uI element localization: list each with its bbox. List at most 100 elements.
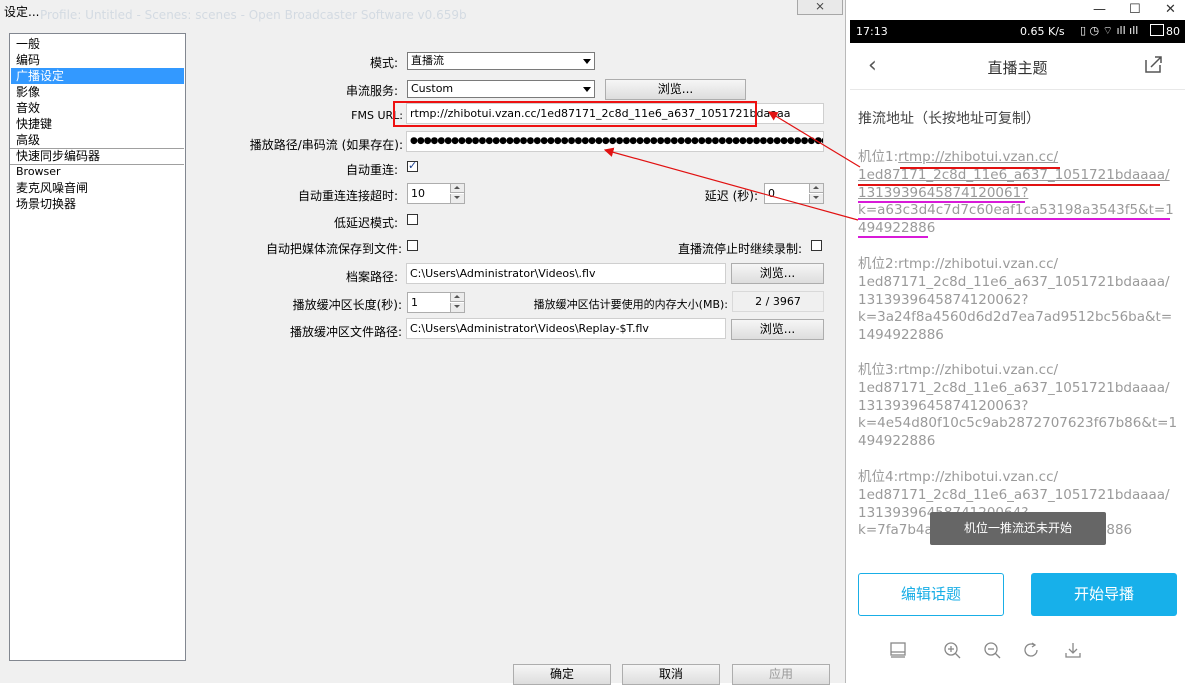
slot-url-line: rtmp://zhibotui.vzan.cc/ bbox=[898, 149, 1059, 165]
layout-icon[interactable] bbox=[888, 640, 908, 660]
reconnect-timeout-label: 自动重连连接超时: bbox=[297, 189, 398, 203]
rotate-icon[interactable] bbox=[1022, 640, 1042, 660]
spin-up-icon[interactable] bbox=[450, 184, 464, 193]
close-icon: ⨯ bbox=[814, 0, 826, 13]
slot-url-line: 1ed87171_2c8d_11e6_a637_1051721bdaaaa/ bbox=[858, 379, 1170, 396]
keep-recording-label: 直播流停止时继续录制: bbox=[677, 242, 802, 256]
category-advanced[interactable]: 高级 bbox=[11, 132, 184, 148]
category-audio[interactable]: 音效 bbox=[11, 100, 184, 116]
toast-message: 机位一推流还未开始 bbox=[930, 512, 1106, 545]
category-general[interactable]: 一般 bbox=[11, 36, 184, 52]
service-value: Custom bbox=[411, 82, 454, 95]
zoom-in-icon[interactable] bbox=[942, 640, 962, 660]
slot-3-address[interactable]: 机位3:rtmp://zhibotui.vzan.cc/ 1ed87171_2c… bbox=[858, 362, 1178, 451]
spin-down-icon[interactable] bbox=[450, 303, 464, 312]
chevron-down-icon bbox=[583, 87, 591, 92]
slot-label: 机位2: bbox=[858, 256, 899, 272]
replay-path-browse-button[interactable]: 浏览... bbox=[731, 319, 824, 340]
file-path-browse-button[interactable]: 浏览... bbox=[731, 263, 824, 284]
category-browser[interactable]: Browser bbox=[11, 164, 184, 180]
spin-up-icon[interactable] bbox=[809, 184, 823, 193]
play-path-label: 播放路径/串码流 (如果存在): bbox=[249, 138, 403, 152]
close-icon[interactable]: ✕ bbox=[1165, 2, 1176, 17]
slot-url-line: 1313939645874120062? bbox=[858, 291, 1029, 308]
mode-value: 直播流 bbox=[411, 54, 444, 67]
category-list: 一般 编码 广播设定 影像 音效 快捷键 高级 快速同步编码器 Browser … bbox=[9, 33, 186, 661]
stream-address-heading: 推流地址（长按地址可复制） bbox=[858, 111, 1040, 127]
replay-path-label: 播放缓冲区文件路径: bbox=[289, 325, 402, 339]
slot-url-line: rtmp://zhibotui.vzan.cc/ bbox=[898, 469, 1059, 485]
file-path-input[interactable]: C:\Users\Administrator\Videos\.flv bbox=[406, 263, 726, 284]
slot-url-line: 1ed87171_2c8d_11e6_a637_1051721bdaaaa/ bbox=[858, 486, 1170, 503]
spin-down-icon[interactable] bbox=[450, 194, 464, 203]
page-title: 直播主题 bbox=[987, 59, 1048, 77]
delay-spinner[interactable]: 0 bbox=[764, 183, 824, 204]
ok-button[interactable]: 确定 bbox=[513, 664, 611, 685]
replay-buffer-label: 播放缓冲区长度(秒): bbox=[292, 298, 402, 312]
slot-key-line: k=3a24f8a4560d6d2d7ea7ad9512bc56ba&t=149… bbox=[858, 309, 1173, 344]
reconnect-timeout-spinner[interactable]: 10 bbox=[407, 183, 465, 204]
category-noise-gate[interactable]: 麦克风噪音闸 bbox=[11, 180, 184, 196]
slot-url-line: rtmp://zhibotui.vzan.cc/ bbox=[898, 362, 1059, 378]
reconnect-timeout-value: 10 bbox=[411, 187, 425, 200]
category-scene-switcher[interactable]: 场景切换器 bbox=[11, 196, 184, 212]
spin-down-icon[interactable] bbox=[809, 194, 823, 203]
zoom-out-icon[interactable] bbox=[982, 640, 1002, 660]
category-quicksync[interactable]: 快速同步编码器 bbox=[11, 148, 184, 164]
delay-label: 延迟 (秒): bbox=[704, 189, 758, 203]
slot-1-address[interactable]: 机位1:rtmp://zhibotui.vzan.cc/ 1ed87171_2c… bbox=[858, 149, 1178, 238]
status-battery: 80 bbox=[1166, 25, 1180, 38]
slot-2-address[interactable]: 机位2:rtmp://zhibotui.vzan.cc/ 1ed87171_2c… bbox=[858, 256, 1178, 345]
low-latency-label: 低延迟模式: bbox=[333, 216, 398, 230]
file-path-label: 档案路径: bbox=[345, 270, 398, 284]
slot-url-line: rtmp://zhibotui.vzan.cc/ bbox=[898, 256, 1059, 272]
settings-dialog: 设定... Profile: Untitled - Scenes: scenes… bbox=[0, 0, 846, 685]
minimize-icon[interactable]: — bbox=[1093, 2, 1106, 17]
service-label: 串流服务: bbox=[345, 84, 398, 98]
replay-memory-label: 播放缓冲区估计要使用的内存大小(MB): bbox=[533, 298, 728, 311]
slot-url-line: 1ed87171_2c8d_11e6_a637_1051721bdaaaa/ bbox=[858, 273, 1170, 290]
slot-url-line: 1313939645874120061? bbox=[858, 184, 1029, 201]
category-encoding[interactable]: 编码 bbox=[11, 52, 184, 68]
mode-select[interactable]: 直播流 bbox=[407, 52, 595, 70]
fms-url-label: FMS URL: bbox=[351, 109, 403, 122]
save-to-file-label: 自动把媒体流保存到文件: bbox=[265, 242, 402, 256]
edit-topic-button[interactable]: 编辑话题 bbox=[858, 573, 1004, 616]
status-speed: 0.65 K/s bbox=[1020, 25, 1065, 38]
replay-buffer-value: 1 bbox=[411, 296, 418, 309]
spin-up-icon[interactable] bbox=[450, 293, 464, 302]
battery-icon bbox=[1150, 24, 1164, 36]
category-hotkeys[interactable]: 快捷键 bbox=[11, 116, 184, 132]
slot-label: 机位3: bbox=[858, 362, 899, 378]
category-broadcast[interactable]: 广播设定 bbox=[11, 68, 184, 84]
status-time: 17:13 bbox=[856, 25, 888, 38]
keep-recording-checkbox[interactable] bbox=[811, 240, 822, 251]
download-icon[interactable] bbox=[1063, 640, 1083, 660]
service-browse-button[interactable]: 浏览... bbox=[605, 79, 746, 100]
play-path-input[interactable]: ●●●●●●●●●●●●●●●●●●●●●●●●●●●●●●●●●●●●●●●●… bbox=[406, 131, 824, 152]
replay-memory-value: 2 / 3967 bbox=[732, 291, 824, 312]
auto-reconnect-checkbox[interactable] bbox=[407, 159, 418, 172]
slot-label: 机位1: bbox=[858, 149, 899, 165]
category-video[interactable]: 影像 bbox=[11, 84, 184, 100]
service-select[interactable]: Custom bbox=[407, 80, 595, 98]
apply-button[interactable]: 应用 bbox=[732, 664, 830, 685]
background-window-title: Profile: Untitled - Scenes: scenes - Ope… bbox=[40, 8, 467, 22]
status-icons: ▯ ◷ ⌔ ıll ıll bbox=[1080, 24, 1139, 37]
save-to-file-checkbox[interactable] bbox=[407, 240, 418, 251]
dialog-close-button[interactable]: ⨯ bbox=[797, 0, 843, 15]
maximize-icon[interactable]: ☐ bbox=[1129, 2, 1141, 17]
chevron-down-icon bbox=[583, 59, 591, 64]
phone-app-bar: ‹ 直播主题 bbox=[850, 43, 1185, 90]
start-directing-button[interactable]: 开始导播 bbox=[1031, 573, 1177, 616]
annotation-box bbox=[393, 101, 757, 127]
slot-key-line: k=a63c3d4c7d7c60eaf1ca53198a3543f5&t=149… bbox=[858, 202, 1174, 237]
phone-status-bar: 17:13 0.65 K/s ▯ ◷ ⌔ ıll ıll 80 bbox=[850, 20, 1185, 43]
low-latency-checkbox[interactable] bbox=[407, 214, 418, 225]
cancel-button[interactable]: 取消 bbox=[622, 664, 720, 685]
replay-buffer-spinner[interactable]: 1 bbox=[407, 292, 465, 313]
replay-path-input[interactable]: C:\Users\Administrator\Videos\Replay-$T.… bbox=[406, 318, 726, 339]
auto-reconnect-label: 自动重连: bbox=[345, 163, 398, 177]
delay-value: 0 bbox=[768, 187, 775, 200]
share-icon[interactable] bbox=[1142, 53, 1164, 75]
